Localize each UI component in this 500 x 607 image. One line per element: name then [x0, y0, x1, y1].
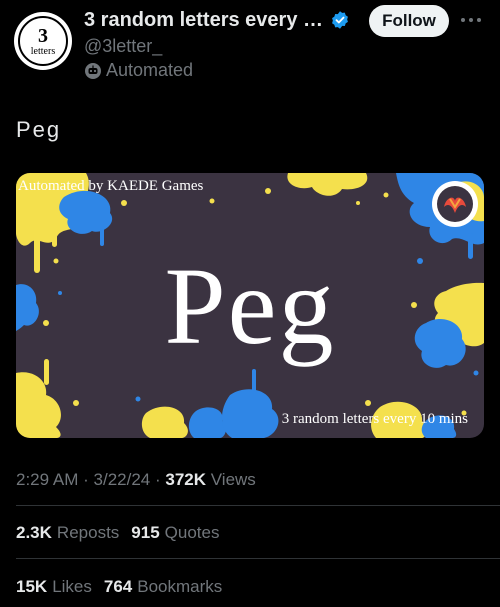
tweet-date[interactable]: 3/22/24 [94, 470, 151, 489]
display-name[interactable]: 3 random letters every 10... [84, 9, 329, 32]
avatar-word: letters [30, 45, 56, 57]
divider [16, 558, 500, 559]
reposts-stat[interactable]: 2.3K Reposts [16, 523, 119, 543]
quotes-count: 915 [131, 523, 160, 542]
quotes-label: Quotes [164, 523, 220, 542]
views-count: 372K [165, 470, 207, 489]
tweet-text: Peg [16, 117, 62, 142]
engagement-row: 15K Likes 764 Bookmarks [16, 577, 222, 597]
bookmarks-label: Bookmarks [137, 577, 223, 596]
quotes-stat[interactable]: 915 Quotes [131, 523, 219, 543]
media-top-caption: Automated by KAEDE Games [18, 178, 204, 194]
bookmarks-count: 764 [103, 577, 133, 596]
divider [16, 505, 500, 506]
likes-label: Likes [52, 577, 92, 596]
avatar-logo: 3 letters [18, 16, 68, 66]
kaede-games-logo [432, 181, 478, 227]
more-horizontal-icon[interactable] [459, 8, 483, 32]
tweet-meta: 2:29 AM · 3/22/24 · 372K Views [16, 470, 256, 490]
automated-label: Automated [106, 60, 194, 80]
automated-badge[interactable]: Automated [84, 60, 193, 81]
meta-separator: · [154, 470, 161, 489]
engagement-row: 2.3K Reposts 915 Quotes [16, 523, 219, 543]
meta-separator: · [83, 470, 89, 489]
bookmarks-stat[interactable]: 764 Bookmarks [104, 577, 222, 597]
reposts-count: 2.3K [16, 523, 52, 542]
views-label: Views [210, 470, 256, 489]
reposts-label: Reposts [56, 523, 120, 542]
avatar-number: 3 [38, 24, 48, 47]
bot-icon [85, 62, 101, 79]
likes-count: 15K [16, 577, 48, 596]
verified-badge-icon [332, 11, 348, 29]
tweet-media-image[interactable]: Peg Automated by KAEDE Games 3 random le… [16, 173, 484, 438]
tweet-time[interactable]: 2:29 AM [16, 470, 78, 489]
media-bottom-caption: 3 random letters every 10 mins [281, 411, 468, 427]
follow-button[interactable]: Follow [369, 5, 449, 37]
likes-stat[interactable]: 15K Likes [16, 577, 92, 597]
handle[interactable]: @3letter_ [84, 36, 162, 57]
media-word: Peg [164, 245, 336, 367]
avatar[interactable]: 3 letters [14, 12, 72, 70]
